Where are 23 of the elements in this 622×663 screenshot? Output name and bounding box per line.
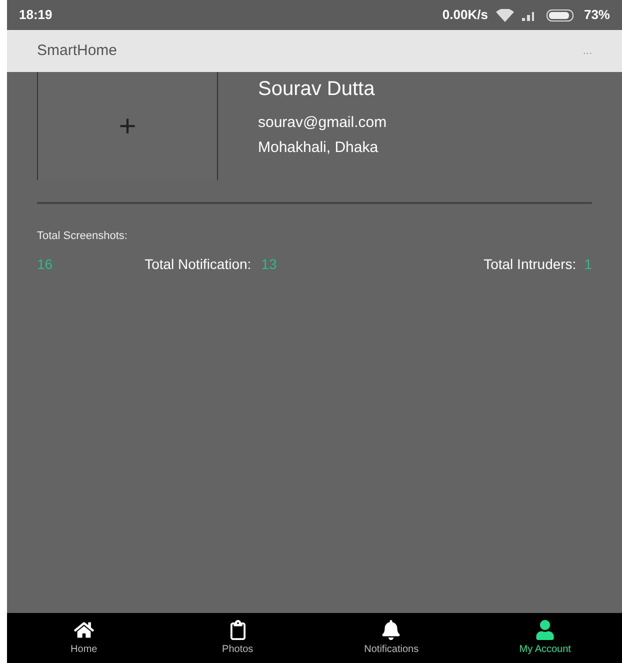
battery-icon (546, 8, 576, 22)
profile-name: Sourav Dutta (258, 77, 376, 102)
profile-location: Mohakhali, Dhaka (258, 138, 380, 158)
screenshots-label: Total Screenshots: (37, 229, 128, 244)
intruders-count: 1 (584, 254, 592, 274)
nav-tab[interactable]: Notifications (314, 613, 468, 663)
network-speed: 0.00K/s (442, 6, 488, 24)
app-title: SmartHome (37, 40, 118, 61)
person-icon (535, 620, 556, 640)
intruders-label: Total Intruders: (484, 254, 576, 274)
home-icon (74, 620, 94, 640)
bell-icon (381, 620, 402, 640)
wifi-icon (496, 8, 514, 22)
profile-email: sourav@gmail.com (258, 113, 387, 133)
nav-tab[interactable]: Photos (160, 613, 314, 663)
clipboard-icon (228, 620, 248, 640)
notification-label: Total Notification: (144, 254, 252, 274)
screenshots-count: 16 (37, 254, 53, 274)
nav-tab[interactable]: My Account (468, 613, 622, 663)
nav-tab[interactable]: Home (7, 613, 161, 663)
clock-time: 18:19 (19, 6, 52, 24)
notification-count: 13 (261, 254, 277, 274)
battery-percent: 73% (584, 6, 610, 24)
